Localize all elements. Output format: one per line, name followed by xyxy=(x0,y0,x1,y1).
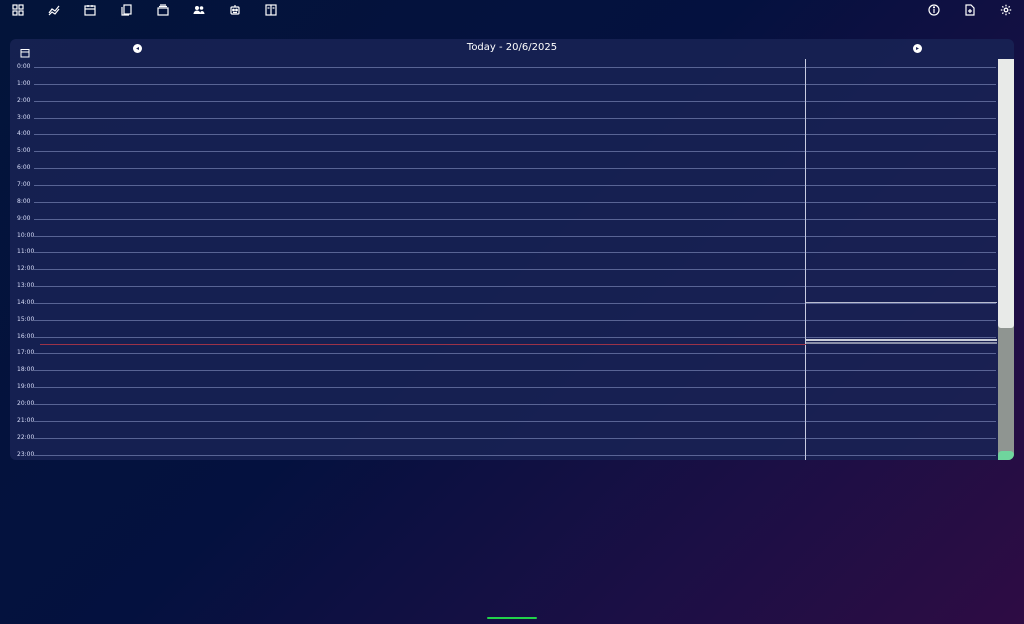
settings-icon[interactable] xyxy=(999,3,1013,17)
hour-line xyxy=(34,286,996,288)
calendar-icon[interactable] xyxy=(83,3,97,17)
hour-row: 11:00 xyxy=(10,248,998,255)
hour-row: 16:00 xyxy=(10,333,998,340)
hour-row: 6:00 xyxy=(10,164,998,171)
hour-row: 8:00 xyxy=(10,198,998,205)
hour-line xyxy=(34,454,996,456)
hour-line xyxy=(34,235,996,237)
home-indicator[interactable] xyxy=(487,617,537,619)
day-column-divider xyxy=(805,59,806,460)
hour-row: 21:00 xyxy=(10,417,998,424)
hour-line xyxy=(34,302,996,304)
robot-icon[interactable] xyxy=(228,3,242,17)
hour-row: 12:00 xyxy=(10,265,998,272)
documents-icon[interactable] xyxy=(120,3,134,17)
hour-line xyxy=(34,100,996,102)
hour-row: 7:00 xyxy=(10,181,998,188)
hour-line xyxy=(34,67,996,68)
hour-line xyxy=(34,437,996,439)
hour-line xyxy=(34,387,996,389)
hour-row: 18:00 xyxy=(10,366,998,373)
hour-row: 3:00 xyxy=(10,114,998,121)
scrollbar-end xyxy=(998,451,1014,460)
hour-line xyxy=(34,117,996,119)
hour-line xyxy=(34,83,996,85)
hour-row: 4:00 xyxy=(10,130,998,137)
hour-line xyxy=(34,370,996,372)
dashboard-icon[interactable] xyxy=(11,3,25,17)
hour-line xyxy=(34,420,996,422)
scrollbar-thumb[interactable] xyxy=(998,59,1014,328)
hour-line xyxy=(34,168,996,170)
current-time-line xyxy=(40,344,806,346)
calendar-title: Today - 20/6/2025 xyxy=(466,42,558,53)
hour-line xyxy=(34,336,996,338)
hour-row: 0:00 xyxy=(10,63,998,70)
people-icon[interactable] xyxy=(192,3,206,17)
next-day-button[interactable]: ▸ xyxy=(913,44,922,53)
event-marker[interactable] xyxy=(806,339,997,341)
hour-line xyxy=(34,353,996,355)
hour-line xyxy=(34,404,996,405)
file-icon[interactable] xyxy=(963,3,977,17)
hour-row: 22:00 xyxy=(10,434,998,441)
hour-row: 13:00 xyxy=(10,282,998,289)
hour-row: 10:00 xyxy=(10,232,998,239)
hour-line xyxy=(34,201,996,203)
hour-grid[interactable]: 0:00 1:00 2:00 3:00 4:00 5:00 6:00 7:00 8:00 9:00… xyxy=(10,59,998,460)
next-arrow-icon: ▸ xyxy=(915,44,919,52)
hour-row: 14:00 xyxy=(10,299,998,306)
hour-line xyxy=(34,184,996,186)
calendar-header: ◂ Today - 20/6/2025 ▸ xyxy=(10,39,1014,59)
event-marker[interactable] xyxy=(806,342,997,344)
hour-row: 23:00 xyxy=(10,451,998,458)
hour-line xyxy=(34,269,996,271)
hour-line xyxy=(34,252,996,254)
hour-row: 20:00 xyxy=(10,400,998,407)
hour-row: 5:00 xyxy=(10,147,998,154)
hour-row: 19:00 xyxy=(10,383,998,390)
hour-row: 15:00 xyxy=(10,316,998,323)
hour-row: 17:00 xyxy=(10,349,998,356)
info-icon[interactable] xyxy=(927,3,941,17)
hour-line xyxy=(34,319,996,321)
columns-icon[interactable] xyxy=(264,3,278,17)
hour-row: 1:00 xyxy=(10,80,998,87)
hour-line xyxy=(34,134,996,136)
trend-icon[interactable] xyxy=(47,3,61,17)
layers-icon[interactable] xyxy=(156,3,170,17)
hour-line xyxy=(34,151,996,153)
hour-row: 2:00 xyxy=(10,97,998,104)
day-calendar-panel: ◂ Today - 20/6/2025 ▸ 0:00 1:00 2:00 3:00 4:… xyxy=(10,39,1014,460)
hour-row: 9:00 xyxy=(10,215,998,222)
hour-line xyxy=(34,218,996,220)
